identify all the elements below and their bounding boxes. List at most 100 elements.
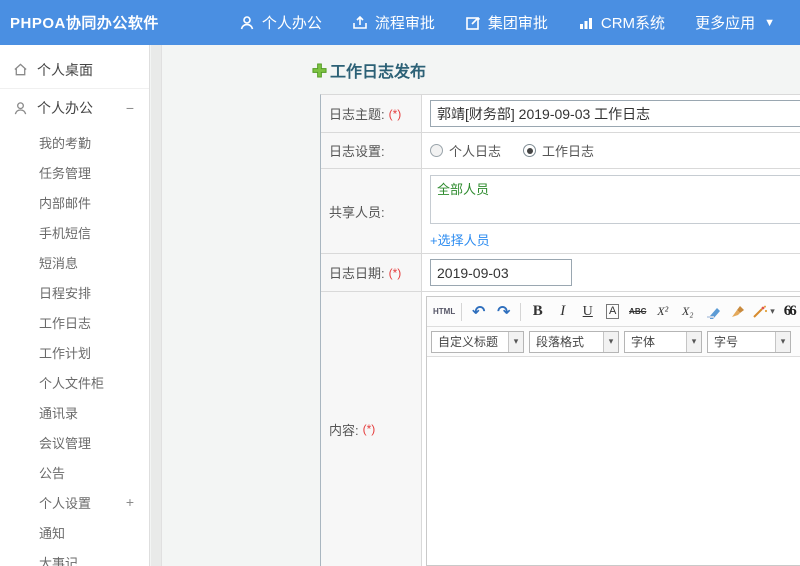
subject-value-cell [422,95,800,132]
sidebar-item-schedule[interactable]: 日程安排 [0,277,149,307]
font-size-dropdown[interactable]: 字号 ▾ [707,330,791,353]
nav-label: 流程审批 [374,15,435,32]
subject-input[interactable] [430,100,800,127]
share-value-cell: 全部人员 +选择人员 [422,169,800,253]
sidebar-item-label: 工作日志 [39,315,92,331]
radio-checked-icon[interactable] [523,144,537,157]
nav-label: 个人办公 [261,15,322,32]
date-value-cell [422,254,800,291]
magic-wand-icon [753,305,768,318]
sidebar-item-meeting-management[interactable]: 会议管理 [0,427,149,457]
share-people-text: 全部人员 [437,182,490,197]
form-row-content: 内容: (*) HTML ↶ ↷ B I U A ABC X² X₂ ▾ 66 … [321,292,800,566]
sidebar-item-personal-files[interactable]: 个人文件柜 [0,367,149,397]
radio-label: 个人日志 [449,144,502,159]
bar-chart-icon [578,15,594,31]
nav-item-workflow-approval[interactable]: 流程审批 [352,12,435,33]
nav-item-group-approval[interactable]: 集团审批 [465,12,548,33]
date-input[interactable] [430,259,572,286]
sidebar-item-notification[interactable]: 通知 [0,517,149,547]
radio-work-log[interactable]: 工作日志 [523,141,594,160]
sidebar-item-short-message[interactable]: 短消息 [0,247,149,277]
nav-item-personal-office[interactable]: 个人办公 [239,12,322,33]
sidebar-item-contacts[interactable]: 通讯录 [0,397,149,427]
collapse-icon[interactable]: − [126,100,134,116]
strikethrough-button[interactable]: ABC [626,300,649,323]
italic-button[interactable]: I [551,300,574,323]
editor-toolbar-row1: HTML ↶ ↷ B I U A ABC X² X₂ ▾ 66 [427,297,800,327]
subject-label: 日志主题: (*) [321,95,422,132]
select-people-link[interactable]: +选择人员 [430,230,800,249]
underline-button[interactable]: U [576,300,599,323]
sidebar-item-work-plan[interactable]: 工作计划 [0,337,149,367]
required-marker: (*) [388,265,402,280]
sidebar-item-personal-settings[interactable]: 个人设置 + [0,487,149,517]
format-brush-button[interactable] [726,300,749,323]
sidebar-item-big-events[interactable]: 大事记 [0,547,149,566]
nav-item-more-apps[interactable]: 更多应用 ▼ [695,12,775,33]
dropdown-label: 自定义标题 [438,335,499,349]
redo-button[interactable]: ↷ [492,300,515,323]
label-text: 日志日期: [329,266,385,281]
boxed-a-icon: A [606,304,620,319]
caret-down-icon: ▾ [775,331,790,352]
label-text: 日志主题: [329,107,385,122]
sidebar-item-my-attendance[interactable]: 我的考勤 [0,127,149,157]
label-text: 共享人员: [329,204,385,220]
edit-approve-icon [465,15,481,31]
undo-button[interactable]: ↶ [467,300,490,323]
form-row-share: 共享人员: 全部人员 +选择人员 [321,169,800,254]
dropdown-label: 字体 [631,335,656,349]
sidebar-item-label: 短消息 [39,255,79,271]
person-icon [239,15,255,31]
log-type-radio-group: 个人日志 工作日志 [430,141,594,160]
caret-down-icon: ▾ [508,331,523,352]
top-header: PHPOA协同办公软件 个人办公 流程审批 集团审批 CRM系统 更多应用 ▼ [0,0,800,45]
share-people-box[interactable]: 全部人员 [430,175,800,224]
page-title: 工作日志发布 [312,58,800,82]
bold-button[interactable]: B [526,300,549,323]
radio-label: 工作日志 [542,144,595,159]
label-text: 内容: [329,422,359,438]
sidebar-item-task-management[interactable]: 任务管理 [0,157,149,187]
sidebar-item-label: 会议管理 [39,435,92,451]
rich-text-editor: HTML ↶ ↷ B I U A ABC X² X₂ ▾ 66 自定义标题 ▾ … [426,296,800,566]
sidebar-item-label: 手机短信 [39,225,92,241]
sidebar-item-personal-desktop[interactable]: 个人桌面 [0,51,149,89]
superscript-button[interactable]: X² [651,300,674,323]
panel-splitter[interactable] [151,45,162,566]
nav-label: 集团审批 [487,15,548,32]
sidebar-item-label: 通知 [39,525,66,541]
nav-label: 更多应用 [695,15,756,32]
radio-personal-log[interactable]: 个人日志 [430,141,501,160]
auto-typeset-button[interactable]: ▾ [751,300,776,323]
font-color-button[interactable]: A [601,300,624,323]
sidebar-item-work-log[interactable]: 工作日志 [0,307,149,337]
nav-label: CRM系统 [600,15,666,32]
caret-down-icon: ▾ [770,306,775,316]
eraser-button[interactable] [701,300,724,323]
editor-content-area[interactable] [427,357,800,565]
work-log-form: 日志主题: (*) 日志设置: 个人日志 [320,94,800,566]
custom-heading-dropdown[interactable]: 自定义标题 ▾ [431,330,524,353]
expand-icon[interactable]: + [126,494,134,510]
sidebar-item-sms[interactable]: 手机短信 [0,217,149,247]
caret-down-icon: ▾ [603,331,618,352]
sidebar-item-announcement[interactable]: 公告 [0,457,149,487]
sidebar-item-label: 通讯录 [39,405,79,421]
nav-item-crm[interactable]: CRM系统 [578,12,665,33]
dropdown-label: 字号 [714,335,739,349]
sidebar-item-personal-office[interactable]: 个人办公 − [0,89,149,127]
radio-unchecked-icon[interactable] [430,144,443,157]
workflow-icon [352,15,368,31]
person-icon [13,101,28,116]
blockquote-button[interactable]: 66 [778,300,800,323]
subscript-button[interactable]: X₂ [676,300,699,323]
font-family-dropdown[interactable]: 字体 ▾ [624,330,702,353]
sidebar-item-internal-mail[interactable]: 内部邮件 [0,187,149,217]
html-source-button[interactable]: HTML [432,300,456,323]
paragraph-format-dropdown[interactable]: 段落格式 ▾ [529,330,619,353]
sidebar-item-label: 个人设置 [39,495,92,511]
sidebar-item-label: 个人办公 [37,100,93,116]
form-row-settings: 日志设置: 个人日志 工作日志 [321,133,800,169]
